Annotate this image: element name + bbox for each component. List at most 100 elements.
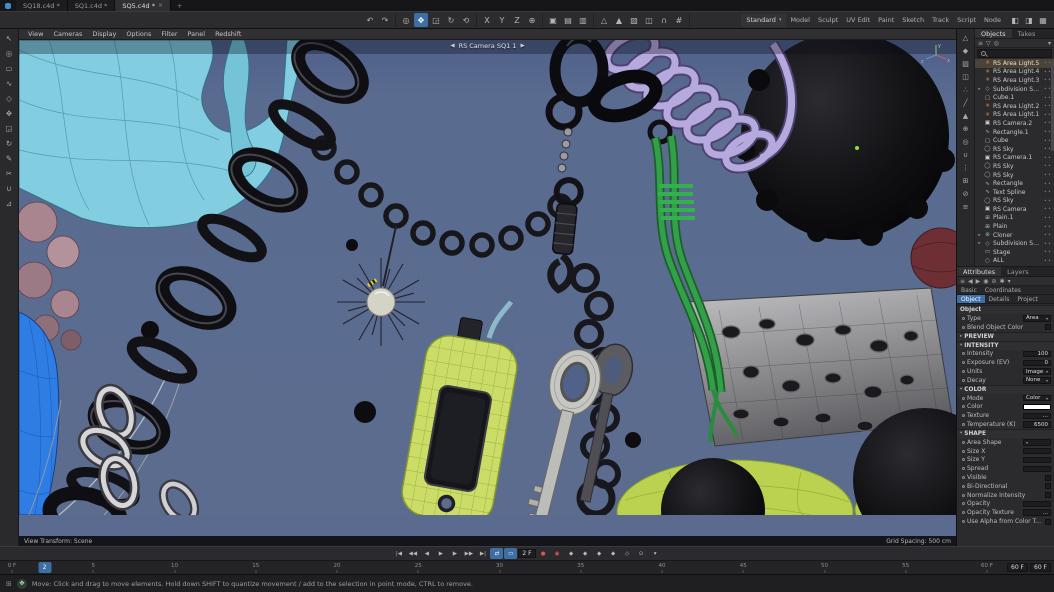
object-row[interactable]: ▣RS Camera.1∙∙ [975,154,1054,163]
value-field[interactable] [1023,457,1051,464]
viewport[interactable]: ViewCamerasDisplayOptionsFilterPanelReds… [19,29,956,546]
panel-tab-attributes[interactable]: Attributes [957,267,1001,276]
object-row[interactable]: ▣RS Camera∙∙ [975,205,1054,214]
value-field[interactable]: 0 [1023,360,1051,367]
playback-range-toggle[interactable]: ▭ [504,548,517,559]
attribute-tab-project[interactable]: Project [1013,295,1042,303]
object-row[interactable]: ▸⊛Cloner∙∙ [975,231,1054,240]
document-tab[interactable]: SQ18.c4d * [16,0,68,11]
panel-tab-layers[interactable]: Layers [1001,267,1035,276]
keyframe-dot[interactable] [962,485,965,488]
object-row[interactable]: ▭Stage∙∙ [975,248,1054,257]
attribute-tab-object[interactable]: Object [957,295,985,303]
value-field[interactable] [1023,448,1051,455]
texture-mode-icon[interactable]: ▨ [959,57,973,70]
prev-key-button[interactable]: ◀◀ [406,548,419,559]
object-row[interactable]: ✳RS Area Light.5∙∙ [975,59,1054,68]
brush-tool-icon[interactable]: ✎ [2,151,17,165]
object-row[interactable]: ◯RS Sky∙∙ [975,162,1054,171]
visibility-dots[interactable]: ∙∙ [1044,155,1052,161]
camera-next-icon[interactable]: ▶ [520,43,524,49]
select-arrow-icon[interactable]: ↖ [2,31,17,45]
visibility-dots[interactable]: ∙∙ [1044,198,1052,204]
live-selection-icon[interactable]: ◎ [2,46,17,60]
dropdown[interactable]: Color▾ [1023,395,1051,402]
object-row[interactable]: ✳RS Area Light.1∙∙ [975,111,1054,120]
snap-icon[interactable]: ∩ [657,13,671,27]
record-scale-toggle[interactable]: ◆ [579,548,592,559]
viewport-menu-view[interactable]: View [23,30,48,38]
object-row[interactable]: ✳RS Area Light.4∙∙ [975,68,1054,77]
pin-icon[interactable]: ◉ [983,278,988,285]
checkbox[interactable] [1045,519,1051,525]
viewport-menu-display[interactable]: Display [87,30,121,38]
playback-rate-dropdown[interactable]: ▾ [649,548,662,559]
object-row[interactable]: ∿Rectangle∙∙ [975,179,1054,188]
polygon-mode-icon[interactable]: ▲ [959,109,973,122]
viewport-menu-panel[interactable]: Panel [183,30,211,38]
keyframe-dot[interactable] [962,476,965,479]
value-field[interactable] [1023,501,1051,508]
keyframe-dot[interactable] [962,458,965,461]
expand-caret-icon[interactable]: ▸ [977,241,982,246]
value-field[interactable] [1023,466,1051,473]
render-view-icon[interactable]: ▣ [546,13,560,27]
object-row[interactable]: ◯RS Sky∙∙ [975,171,1054,180]
keyframe-dot[interactable] [962,520,965,523]
visibility-dots[interactable]: ∙∙ [1044,163,1052,169]
search-input[interactable] [989,51,1048,57]
layout-tab-node[interactable]: Node [980,16,1005,24]
lock-z-icon[interactable]: Z [510,13,524,27]
scene-canvas[interactable] [19,40,956,515]
customize-icon[interactable]: ≡ [959,200,973,213]
viewport-solo-icon[interactable]: ◎ [959,135,973,148]
render-settings-icon[interactable]: ▥ [576,13,590,27]
layout-tab-uv-edit[interactable]: UV Edit [842,16,874,24]
dropdown[interactable]: Area▾ [1023,315,1051,322]
object-row[interactable]: ∿Text Spline∙∙ [975,188,1054,197]
checkbox[interactable] [1045,324,1051,330]
gear-icon[interactable]: ✱ [1000,278,1005,285]
dropdown[interactable]: ▾ [1023,439,1051,446]
panel-layout-3-icon[interactable]: ▦ [1036,13,1050,27]
render-picture-viewer-icon[interactable]: ▤ [561,13,575,27]
menu-icon[interactable]: ≡ [978,40,983,47]
magnet-tool-icon[interactable]: ∪ [2,181,17,195]
record-parameter-toggle[interactable]: ◆ [607,548,620,559]
workplane-snap-icon[interactable]: ⊞ [959,174,973,187]
visibility-dots[interactable]: ∙∙ [1044,189,1052,195]
camera-label[interactable]: ◀ RS Camera SQ1 1 ▶ [450,42,524,50]
texture-field[interactable]: … [1023,509,1051,516]
document-tab[interactable]: SQ1.c4d * [68,0,116,11]
history-forward-icon[interactable]: ▶ [976,278,981,285]
panel-tab-takes[interactable]: Takes [1012,29,1042,38]
value-field[interactable]: 6500 [1023,421,1051,428]
redo-icon[interactable]: ↷ [378,13,392,27]
dropdown[interactable]: Image▾ [1023,368,1051,375]
play-button[interactable]: ▶ [434,548,447,559]
filter-icon[interactable]: ▽ [986,40,991,47]
prev-frame-button[interactable]: ◀ [420,548,433,559]
ruler-track[interactable]: 0 F51015202530354045505560 F2 [2,561,1002,574]
loop-toggle[interactable]: ⇄ [490,548,503,559]
section-intensity[interactable]: ▾ INTENSITY [957,341,1054,350]
expand-caret-icon[interactable]: ▸ [977,87,982,92]
lock-y-icon[interactable]: Y [495,13,509,27]
object-search[interactable] [977,49,1052,58]
model-mode-icon[interactable]: ◆ [959,44,973,57]
object-row[interactable]: ⊞Plain.1∙∙ [975,214,1054,223]
workplane-mode-icon[interactable]: ◫ [959,70,973,83]
next-key-button[interactable]: ▶▶ [462,548,475,559]
rotate-tool-icon[interactable]: ↻ [2,136,17,150]
enable-axis-icon[interactable]: ⊕ [959,122,973,135]
object-row[interactable]: ✳RS Area Light.2∙∙ [975,102,1054,111]
edge-mode-icon[interactable]: ╱ [959,96,973,109]
end-frame-field[interactable]: 60 F [1007,563,1028,572]
light-handle-dot[interactable] [855,146,859,150]
checkbox[interactable] [1045,492,1051,498]
viewport-menu-cameras[interactable]: Cameras [48,30,87,38]
range-end-field[interactable]: 60 F [1030,563,1051,572]
keyframe-dot[interactable] [962,405,965,408]
checkbox[interactable] [1045,483,1051,489]
keyframe-dot[interactable] [962,370,965,373]
